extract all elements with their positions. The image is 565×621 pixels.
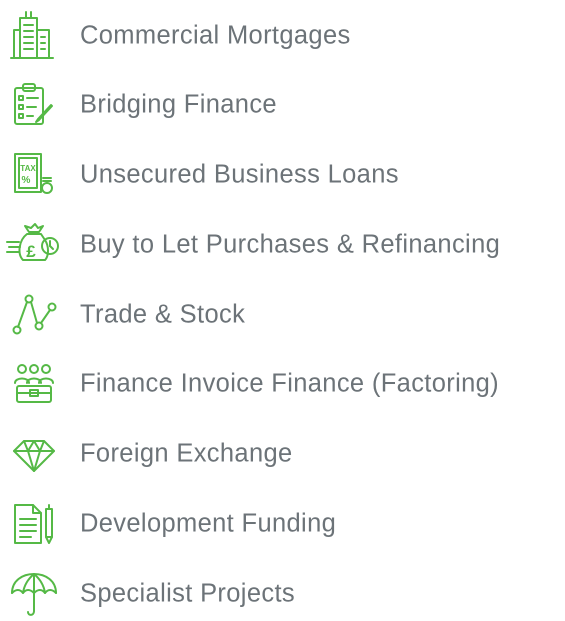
service-item-bridging-finance[interactable]: Bridging Finance xyxy=(0,78,565,132)
service-label: Development Funding xyxy=(80,509,337,538)
tax-document-icon: TAX % xyxy=(6,148,62,202)
service-item-development-funding[interactable]: Development Funding xyxy=(0,497,565,551)
service-label: Foreign Exchange xyxy=(80,439,293,468)
service-label: Finance Invoice Finance (Factoring) xyxy=(80,369,500,398)
service-label: Specialist Projects xyxy=(80,579,295,608)
service-item-buy-to-let[interactable]: £ Buy to Let Purchases & Refinancing xyxy=(0,218,565,272)
service-label: Bridging Finance xyxy=(80,90,277,119)
umbrella-icon xyxy=(6,567,62,621)
service-label: Buy to Let Purchases & Refinancing xyxy=(80,230,501,259)
service-item-foreign-exchange[interactable]: Foreign Exchange xyxy=(0,427,565,481)
svg-text:£: £ xyxy=(26,242,36,261)
checklist-clipboard-icon xyxy=(6,78,62,132)
service-item-specialist-projects[interactable]: Specialist Projects xyxy=(0,567,565,621)
service-item-invoice-finance[interactable]: Finance Invoice Finance (Factoring) xyxy=(0,357,565,411)
svg-text:%: % xyxy=(22,175,31,186)
service-label: Unsecured Business Loans xyxy=(80,160,399,189)
svg-text:TAX: TAX xyxy=(20,164,36,173)
office-building-icon xyxy=(6,9,62,63)
route-path-icon xyxy=(6,288,62,342)
service-item-commercial-mortgages[interactable]: Commercial Mortgages xyxy=(0,9,565,63)
team-briefcase-icon xyxy=(6,357,62,411)
money-bag-clock-icon: £ xyxy=(6,218,62,272)
service-item-trade-stock[interactable]: Trade & Stock xyxy=(0,288,565,342)
service-label: Trade & Stock xyxy=(80,300,246,329)
diamond-icon xyxy=(6,427,62,481)
service-label: Commercial Mortgages xyxy=(80,21,351,50)
service-item-unsecured-business-loans[interactable]: TAX % Unsecured Business Loans xyxy=(0,148,565,202)
document-pen-icon xyxy=(6,497,62,551)
